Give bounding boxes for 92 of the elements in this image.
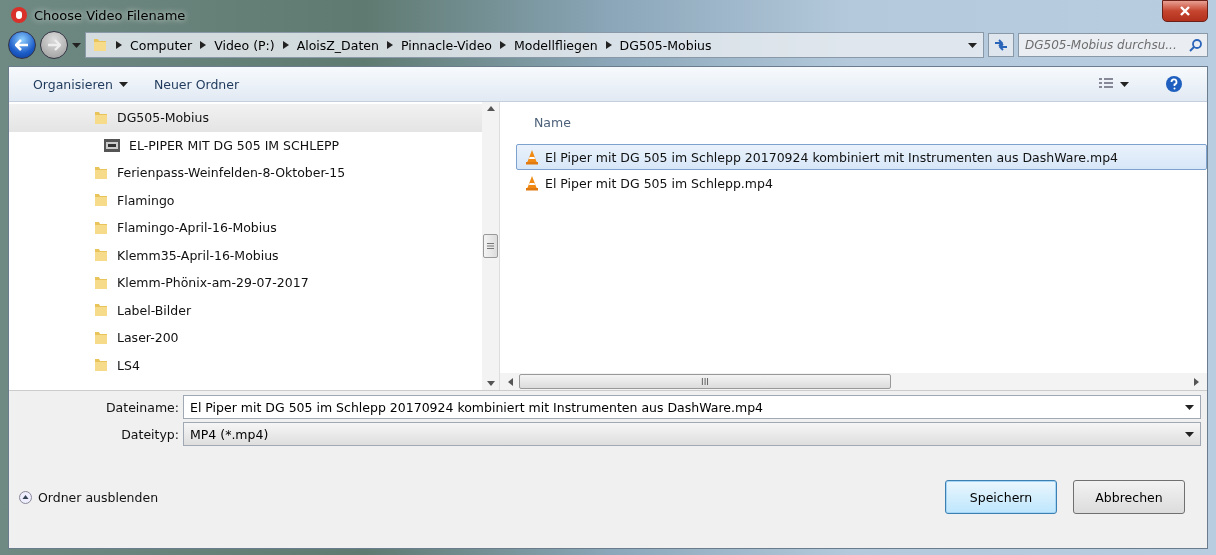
breadcrumb[interactable]: Pinnacle-Video (400, 37, 492, 53)
breadcrumb-arrow-icon (500, 41, 506, 49)
tree-item-label: Label-Bilder (117, 302, 192, 318)
window-title: Choose Video Filename (34, 7, 186, 23)
breadcrumb[interactable]: DG505-Mobius (619, 37, 712, 53)
hide-folders-button[interactable]: Ordner ausblenden (19, 489, 159, 505)
breadcrumb-arrow-icon (386, 41, 393, 49)
collapse-icon (19, 490, 32, 504)
breadcrumb-arrow-icon (116, 41, 122, 49)
tree-item[interactable]: Ferienpass-Weinfelden-8-Oktober-15 (9, 159, 482, 187)
tree-item[interactable]: Klemm35-April-16-Mobius (9, 241, 482, 269)
traffic-cone-icon (525, 175, 539, 191)
save-button[interactable]: Speichern (945, 480, 1057, 514)
breadcrumb[interactable]: Computer (130, 37, 193, 53)
app-logo-icon (10, 6, 28, 24)
refresh-arrows-icon (994, 39, 1008, 51)
breadcrumb-arrow-icon (605, 41, 612, 49)
new-folder-button[interactable]: Neuer Ordner (153, 76, 240, 92)
breadcrumb-arrow-icon (200, 41, 207, 49)
tree-item-label: Laser-200 (117, 330, 179, 346)
cancel-button[interactable]: Abbrechen (1073, 480, 1185, 514)
folder-icon (93, 357, 109, 374)
dropdown-icon (1185, 431, 1194, 437)
folder-icon (93, 109, 109, 126)
back-arrow-icon (15, 39, 29, 51)
grip-icon (487, 243, 494, 249)
file-name: El Piper mit DG 505 im Schlepp 20170924 kombiniert mit Instrumenten aus DashWare.mp4 (545, 149, 1119, 165)
caret-icon (1120, 81, 1129, 87)
column-header[interactable]: Name (500, 102, 1207, 142)
folder-icon (93, 247, 109, 264)
scroll-up-icon (486, 106, 495, 111)
tree-item-label: Ferienpass-Weinfelden-8-Oktober-15 (117, 165, 346, 181)
film-folder-icon (103, 137, 121, 154)
scroll-thumb[interactable] (483, 234, 498, 258)
dropdown-icon (1185, 404, 1194, 410)
filetype-dropdown[interactable]: MP4 (*.mp4) (183, 422, 1201, 446)
tree-item[interactable]: Flamingo (9, 186, 482, 214)
organize-button[interactable]: Organisieren (33, 76, 128, 92)
tree-item-label: Flamingo-April-16-Mobius (117, 220, 277, 236)
forward-button[interactable] (40, 31, 68, 59)
folder-icon (93, 274, 109, 291)
tree-item[interactable]: Label-Bilder (9, 296, 482, 324)
folder-icon (92, 37, 108, 53)
history-dropdown-icon (72, 42, 81, 48)
breadcrumb[interactable]: Video (P:) (214, 37, 275, 53)
scroll-down-icon (486, 381, 495, 386)
folder-icon (93, 164, 109, 181)
horizontal-scrollbar[interactable]: III (500, 373, 1207, 390)
breadcrumb-arrow-icon (282, 41, 289, 49)
breadcrumb[interactable]: AloisZ_Daten (296, 37, 379, 53)
filename-field[interactable]: El Piper mit DG 505 im Schlepp 20170924 kombiniert mit Instrumenten aus DashWare.mp4 (183, 395, 1201, 419)
forward-arrow-icon (47, 39, 61, 51)
file-row[interactable]: El Piper mit DG 505 im Schlepp 20170924 kombiniert mit Instrumenten aus DashWare.mp4 (516, 144, 1207, 170)
tree-item[interactable]: EL-PIPER MIT DG 505 IM SCHLEPP (9, 131, 482, 159)
caret-icon (118, 81, 128, 87)
tree-item[interactable]: Laser-200 (9, 324, 482, 352)
tree-item-label: EL-PIPER MIT DG 505 IM SCHLEPP (129, 137, 340, 153)
vertical-scrollbar[interactable] (482, 102, 499, 390)
tree-item[interactable]: Flamingo-April-16-Mobius (9, 214, 482, 242)
folder-icon (93, 219, 109, 236)
folder-icon (93, 329, 109, 346)
tree-item-label: Klemm35-April-16-Mobius (117, 247, 279, 263)
address-bar[interactable]: Computer Video (P:) AloisZ_Daten Pinnacle-Video Modellfliegen DG505-Mobius (85, 32, 984, 58)
file-name: El Piper mit DG 505 im Schlepp.mp4 (545, 175, 773, 191)
filetype-label: Dateityp: (120, 426, 179, 442)
tree-item-label: Flamingo (117, 192, 175, 208)
tree-item-label: LS4 (117, 357, 140, 373)
close-button[interactable] (1162, 0, 1208, 22)
tree-item-label: Klemm-Phönix-am-29-07-2017 (117, 275, 309, 291)
folder-icon (93, 192, 109, 209)
tree-item[interactable]: LS4 (9, 351, 482, 379)
help-icon[interactable] (1165, 75, 1183, 93)
grip-mark: III (701, 376, 709, 387)
dropdown-icon (968, 42, 977, 48)
close-icon (1180, 6, 1190, 16)
view-options-button[interactable] (1098, 77, 1129, 91)
filename-label: Dateiname: (105, 399, 179, 415)
scroll-right-icon (1194, 377, 1199, 386)
refresh-button[interactable] (988, 33, 1014, 57)
scroll-left-icon (508, 377, 513, 386)
back-button[interactable] (8, 31, 36, 59)
traffic-cone-icon (525, 149, 539, 165)
details-view-icon (1098, 77, 1114, 91)
search-icon (1189, 38, 1203, 52)
tree-item[interactable]: DG505-Mobius (9, 104, 482, 132)
file-row[interactable]: El Piper mit DG 505 im Schlepp.mp4 (516, 170, 1207, 196)
breadcrumb[interactable]: Modellfliegen (514, 37, 598, 53)
search-field[interactable]: DG505-Mobius durchsu... (1018, 33, 1208, 57)
folder-icon (93, 302, 109, 319)
scroll-thumb[interactable]: III (519, 374, 891, 389)
tree-item[interactable]: Klemm-Phönix-am-29-07-2017 (9, 269, 482, 297)
tree-item-label: DG505-Mobius (117, 110, 209, 126)
